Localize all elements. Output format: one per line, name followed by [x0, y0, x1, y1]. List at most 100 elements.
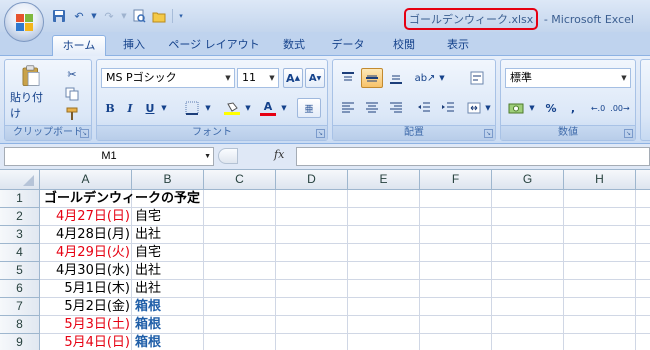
- cell-a6[interactable]: 5月1日(木): [40, 280, 130, 297]
- font-size-select[interactable]: 11 ▼: [237, 68, 279, 88]
- align-left-icon[interactable]: [337, 98, 359, 118]
- borders-dropdown-icon[interactable]: ▼: [203, 98, 213, 118]
- align-right-icon[interactable]: [385, 98, 407, 118]
- italic-icon[interactable]: I: [121, 98, 139, 118]
- currency-format-icon[interactable]: [505, 98, 527, 118]
- fill-color-dropdown-icon[interactable]: ▼: [243, 98, 253, 118]
- cell-a5[interactable]: 4月30日(水): [40, 262, 130, 279]
- row-header-4[interactable]: 4: [0, 244, 40, 262]
- font-launcher-icon[interactable]: ↘: [316, 129, 325, 138]
- row-header-8[interactable]: 8: [0, 316, 40, 334]
- row-header-6[interactable]: 6: [0, 280, 40, 298]
- row-header-3[interactable]: 3: [0, 226, 40, 244]
- shrink-font-icon[interactable]: A ▼: [305, 68, 325, 88]
- copy-icon[interactable]: [61, 84, 83, 104]
- select-all-corner[interactable]: [0, 170, 40, 190]
- cell-b5[interactable]: 出社: [135, 262, 161, 279]
- currency-dropdown-icon[interactable]: ▼: [527, 98, 537, 118]
- paste-button[interactable]: 貼り付け: [9, 64, 53, 122]
- row-header-1[interactable]: 1: [0, 190, 40, 208]
- redo-dropdown-icon[interactable]: ▼: [120, 7, 128, 25]
- cell-b7[interactable]: 箱根: [135, 298, 161, 315]
- align-middle-icon[interactable]: [361, 68, 383, 88]
- column-header-c[interactable]: C: [204, 170, 276, 190]
- row-header-2[interactable]: 2: [0, 208, 40, 226]
- row-header-5[interactable]: 5: [0, 262, 40, 280]
- number-format-select[interactable]: 標準 ▼: [505, 68, 631, 88]
- office-button[interactable]: [4, 2, 44, 42]
- cell-a8[interactable]: 5月3日(土): [40, 316, 130, 333]
- cell-a4[interactable]: 4月29日(火): [40, 244, 130, 261]
- align-bottom-icon[interactable]: [385, 68, 407, 88]
- decrease-indent-icon[interactable]: [413, 98, 435, 118]
- orientation-dropdown-icon[interactable]: ▼: [437, 68, 447, 88]
- cell-b4[interactable]: 自宅: [135, 244, 161, 261]
- tab-insert[interactable]: 挿入: [112, 35, 156, 56]
- cell-a7[interactable]: 5月2日(金): [40, 298, 130, 315]
- increase-decimal-icon[interactable]: ←.0: [587, 98, 609, 118]
- increase-indent-icon[interactable]: [437, 98, 459, 118]
- align-top-icon[interactable]: [337, 68, 359, 88]
- align-center-icon[interactable]: [361, 98, 383, 118]
- open-folder-icon[interactable]: [150, 7, 168, 25]
- fill-color-icon[interactable]: [221, 98, 243, 118]
- underline-icon[interactable]: U: [141, 98, 159, 118]
- column-header-g[interactable]: G: [492, 170, 564, 190]
- column-header-b[interactable]: B: [132, 170, 204, 190]
- grow-font-icon[interactable]: A ▲: [283, 68, 303, 88]
- column-header-d[interactable]: D: [276, 170, 348, 190]
- column-header-a[interactable]: A: [40, 170, 132, 190]
- borders-icon[interactable]: [181, 98, 203, 118]
- comma-style-icon[interactable]: ,: [563, 98, 583, 118]
- font-color-dropdown-icon[interactable]: ▼: [279, 98, 289, 118]
- clipboard-launcher-icon[interactable]: ↘: [80, 129, 89, 138]
- undo-dropdown-icon[interactable]: ▼: [90, 7, 98, 25]
- percent-style-icon[interactable]: %: [541, 98, 561, 118]
- cell-b6[interactable]: 出社: [135, 280, 161, 297]
- column-header-e[interactable]: E: [348, 170, 420, 190]
- cell-a1[interactable]: ゴールデンウィークの予定: [44, 190, 200, 207]
- formula-input[interactable]: [296, 147, 650, 166]
- tab-home[interactable]: ホーム: [52, 35, 106, 56]
- column-header-f[interactable]: F: [420, 170, 492, 190]
- redo-icon[interactable]: ↷: [100, 7, 118, 25]
- cell-b9[interactable]: 箱根: [135, 334, 161, 350]
- tab-formulas[interactable]: 数式: [272, 35, 316, 56]
- undo-icon[interactable]: ↶: [70, 7, 88, 25]
- insert-function-icon[interactable]: fx: [274, 148, 284, 161]
- column-header-partial[interactable]: [636, 170, 650, 190]
- font-name-select[interactable]: MS Pゴシック ▼: [101, 68, 235, 88]
- tab-page-layout[interactable]: ページ レイアウト: [164, 35, 264, 56]
- name-box[interactable]: M1 ▼: [4, 147, 214, 166]
- cell-a2[interactable]: 4月27日(日): [40, 208, 130, 225]
- cell-a9[interactable]: 5月4日(日): [40, 334, 130, 350]
- number-launcher-icon[interactable]: ↘: [624, 129, 633, 138]
- wrap-text-icon[interactable]: [465, 68, 489, 88]
- tab-data[interactable]: データ: [324, 35, 372, 56]
- font-color-icon[interactable]: A: [257, 98, 279, 118]
- cell-b2[interactable]: 自宅: [135, 208, 161, 225]
- tab-view[interactable]: 表示: [434, 35, 482, 56]
- bold-icon[interactable]: B: [101, 98, 119, 118]
- phonetic-guide-icon[interactable]: 亜: [297, 98, 321, 118]
- styles-group-partial: [640, 59, 650, 141]
- column-header-h[interactable]: H: [564, 170, 636, 190]
- underline-dropdown-icon[interactable]: ▼: [159, 98, 169, 118]
- format-painter-icon[interactable]: [61, 104, 83, 124]
- cell-a3[interactable]: 4月28日(月): [40, 226, 130, 243]
- merge-dropdown-icon[interactable]: ▼: [483, 98, 493, 118]
- decrease-decimal-icon[interactable]: .00→: [609, 98, 631, 118]
- merge-center-icon[interactable]: [465, 98, 483, 118]
- formula-bar-handle[interactable]: [218, 148, 238, 164]
- orientation-icon[interactable]: ab↗: [413, 68, 437, 88]
- save-icon[interactable]: [50, 7, 68, 25]
- customize-qat-icon[interactable]: ▾: [177, 7, 185, 25]
- row-header-9[interactable]: 9: [0, 334, 40, 350]
- cut-icon[interactable]: ✂: [61, 64, 83, 84]
- tab-review[interactable]: 校閲: [382, 35, 426, 56]
- alignment-launcher-icon[interactable]: ↘: [484, 129, 493, 138]
- cell-b3[interactable]: 出社: [135, 226, 161, 243]
- cell-b8[interactable]: 箱根: [135, 316, 161, 333]
- row-header-7[interactable]: 7: [0, 298, 40, 316]
- print-preview-icon[interactable]: [130, 7, 148, 25]
